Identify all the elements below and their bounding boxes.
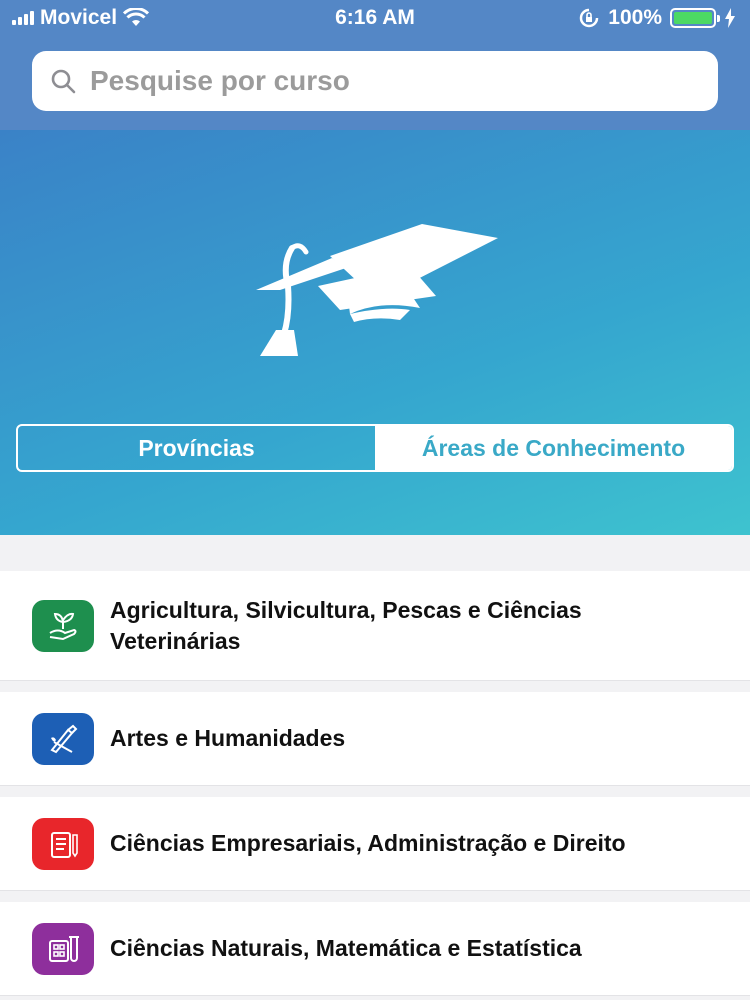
battery-percent: 100% [608,6,662,29]
rotation-lock-icon [580,8,599,28]
lab-icon [32,922,94,975]
list-item-ciencias-empresariais[interactable]: Ciências Empresariais, Administração e D… [0,797,750,891]
list-item-label: Artes e Humanidades [110,725,346,751]
header: Movicel 6:16 AM 100% [0,0,750,130]
list-item-label: Ciências Naturais, Matemática e Estatíst… [110,935,582,961]
search-icon [51,69,76,94]
charging-icon [725,8,735,28]
plant-icon [32,599,94,652]
hero-banner: Províncias Áreas de Conhecimento [0,130,750,535]
list-item-agricultura[interactable]: Agricultura, Silvicultura, Pescas e Ciên… [0,571,750,681]
tab-areas-de-conhecimento[interactable]: Áreas de Conhecimento [375,426,732,470]
segmented-control: Províncias Áreas de Conhecimento [16,424,734,472]
notepad-icon [32,817,94,870]
list-item-label: Ciências Empresariais, Administração e D… [110,830,626,856]
search-input[interactable] [90,65,690,97]
list-item-artes[interactable]: Artes e Humanidades [0,692,750,786]
search-bar[interactable] [32,51,718,111]
tab-provincias[interactable]: Províncias [18,426,375,470]
graduation-cap-icon [256,224,498,356]
brush-pencil-icon [32,712,94,765]
status-bar: Movicel 6:16 AM 100% [0,0,750,36]
list-item-label: Agricultura, Silvicultura, Pescas e Ciên… [110,596,582,654]
battery-icon [670,8,720,28]
list-item-ciencias-naturais[interactable]: Ciências Naturais, Matemática e Estatíst… [0,902,750,996]
